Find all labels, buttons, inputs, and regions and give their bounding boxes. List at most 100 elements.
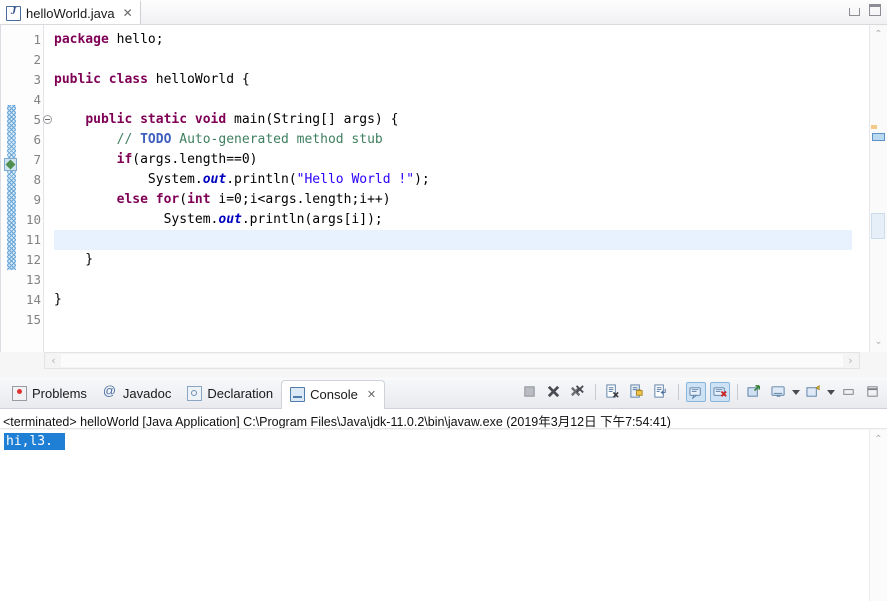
code-token-pln: main(String[] args) { bbox=[234, 112, 399, 127]
toolbar-separator bbox=[678, 384, 679, 400]
console-vertical-scrollbar[interactable]: ⌃ bbox=[869, 430, 887, 601]
toolbar-separator bbox=[737, 384, 738, 400]
tab-problems[interactable]: Problems bbox=[4, 379, 95, 408]
change-bar-indicator bbox=[7, 105, 16, 270]
tab-javadoc[interactable]: Javadoc bbox=[95, 379, 179, 408]
remove-launch-button[interactable] bbox=[544, 382, 564, 402]
line-number: 5 bbox=[18, 110, 52, 130]
chevron-down-icon[interactable] bbox=[792, 389, 800, 395]
scroll-right-arrow-icon[interactable]: › bbox=[843, 353, 858, 368]
console-icon bbox=[290, 387, 306, 402]
code-token-fld: out bbox=[218, 212, 242, 227]
overview-warning-marker bbox=[871, 125, 877, 129]
code-token-todo: TODO bbox=[140, 132, 172, 147]
code-token-kw: if bbox=[116, 152, 133, 167]
code-token-pln bbox=[54, 112, 85, 127]
code-text-area[interactable]: package hello; public class helloWorld {… bbox=[54, 25, 852, 357]
scroll-left-arrow-icon[interactable]: ‹ bbox=[46, 353, 61, 368]
console-process-header: <terminated> helloWorld [Java Applicatio… bbox=[0, 409, 887, 429]
console-part: Problems Javadoc Declaration Console ✕ <term… bbox=[0, 379, 887, 601]
line-number: 6 bbox=[33, 132, 41, 147]
editor-scroll-thumb[interactable] bbox=[871, 213, 885, 239]
code-line[interactable] bbox=[54, 50, 852, 70]
code-line[interactable]: if(args.length==0) bbox=[54, 150, 852, 170]
tab-label: Console bbox=[310, 387, 358, 402]
code-line[interactable] bbox=[54, 90, 852, 110]
minimize-icon[interactable] bbox=[849, 8, 860, 16]
word-wrap-button[interactable] bbox=[651, 382, 671, 402]
maximize-icon[interactable] bbox=[869, 3, 881, 16]
code-line[interactable]: package hello; bbox=[54, 30, 852, 50]
minimize-panel-button[interactable] bbox=[839, 382, 859, 402]
line-number: 3 bbox=[33, 72, 41, 87]
chevron-down-icon[interactable] bbox=[827, 389, 835, 395]
tab-console[interactable]: Console ✕ bbox=[281, 379, 386, 409]
code-line[interactable]: System.out.println(args[i]); bbox=[54, 210, 852, 230]
console-scroll-up-arrow-icon[interactable]: ⌃ bbox=[870, 432, 887, 448]
scroll-down-arrow-icon[interactable]: ⌄ bbox=[870, 334, 887, 350]
code-line[interactable]: // TODO Auto-generated method stub bbox=[54, 130, 852, 150]
terminate-button[interactable] bbox=[520, 382, 540, 402]
code-line[interactable] bbox=[54, 270, 852, 290]
eclipse-workbench-window: helloWorld.java ✕ 123456789101112131415 … bbox=[0, 0, 887, 601]
code-line[interactable]: else for(int i=0;i<args.length;i++) bbox=[54, 190, 852, 210]
scroll-up-arrow-icon[interactable]: ⌃ bbox=[870, 27, 887, 43]
close-icon[interactable]: ✕ bbox=[123, 6, 133, 20]
editor-tab-bar: helloWorld.java ✕ bbox=[0, 0, 887, 25]
close-icon[interactable]: ✕ bbox=[367, 388, 376, 401]
code-token-str: "Hello World !" bbox=[296, 172, 415, 187]
editor-tab-helloworld[interactable]: helloWorld.java ✕ bbox=[0, 0, 141, 24]
code-token-pln: } bbox=[54, 292, 62, 307]
tab-label: Declaration bbox=[207, 386, 274, 401]
code-token-kw: public class bbox=[54, 72, 156, 87]
line-number: 9 bbox=[33, 192, 41, 207]
annotation-ruler[interactable] bbox=[1, 25, 19, 352]
code-fold-collapse-icon[interactable] bbox=[43, 115, 52, 124]
code-line[interactable]: } bbox=[54, 250, 852, 270]
code-token-pln: (args.length==0) bbox=[132, 152, 258, 167]
line-number: 15 bbox=[25, 312, 41, 327]
code-token-fld: out bbox=[202, 172, 227, 187]
console-toolbar bbox=[520, 382, 883, 402]
code-line[interactable]: public static void main(String[] args) { bbox=[54, 110, 852, 130]
remove-all-launches-button[interactable] bbox=[568, 382, 588, 402]
declaration-icon bbox=[187, 386, 203, 401]
pin-console-button[interactable] bbox=[745, 382, 765, 402]
editor-vertical-scrollbar[interactable]: ⌃ ⌄ bbox=[869, 25, 887, 352]
console-output-area[interactable]: hi,l3. bbox=[0, 430, 870, 601]
open-console-button[interactable] bbox=[804, 382, 824, 402]
todo-task-marker-icon[interactable] bbox=[4, 158, 17, 171]
line-number: 2 bbox=[33, 52, 41, 67]
code-token-kw: package bbox=[54, 32, 117, 47]
line-number: 14 bbox=[25, 292, 41, 307]
code-token-cmt: Auto-generated method stub bbox=[171, 132, 383, 147]
code-token-pln: ); bbox=[414, 172, 430, 187]
clear-console-button[interactable] bbox=[603, 382, 623, 402]
code-token-pln: System. bbox=[54, 172, 203, 187]
console-tab-bar: Problems Javadoc Declaration Console ✕ bbox=[0, 379, 887, 409]
javadoc-at-icon bbox=[103, 383, 118, 401]
window-controls bbox=[849, 3, 881, 16]
code-line[interactable]: public class helloWorld { bbox=[54, 70, 852, 90]
code-line[interactable] bbox=[54, 310, 852, 330]
code-token-kw: int bbox=[187, 192, 211, 207]
code-line[interactable] bbox=[54, 230, 852, 250]
tab-declaration[interactable]: Declaration bbox=[179, 379, 281, 408]
scroll-lock-button[interactable] bbox=[627, 382, 647, 402]
maximize-panel-button[interactable] bbox=[863, 382, 883, 402]
line-number: 8 bbox=[33, 172, 41, 187]
display-selected-console-button[interactable] bbox=[769, 382, 789, 402]
editor-hscroll-thumb[interactable] bbox=[61, 354, 843, 367]
show-console-on-error-button[interactable] bbox=[710, 382, 730, 402]
show-console-on-output-button[interactable] bbox=[686, 382, 706, 402]
code-line[interactable]: } bbox=[54, 290, 852, 310]
editor-horizontal-scrollbar[interactable]: ‹ › bbox=[44, 352, 860, 369]
code-token-pln: hello; bbox=[116, 32, 164, 47]
line-number: 11 bbox=[25, 232, 41, 247]
java-file-icon bbox=[6, 5, 21, 21]
line-number: 7 bbox=[33, 152, 41, 167]
code-line[interactable]: System.out.println("Hello World !"); bbox=[54, 170, 852, 190]
code-token-pln: i=0;i<args.length;i++) bbox=[210, 192, 391, 207]
line-number: 4 bbox=[33, 92, 41, 107]
code-token-kw: else for bbox=[116, 192, 180, 207]
